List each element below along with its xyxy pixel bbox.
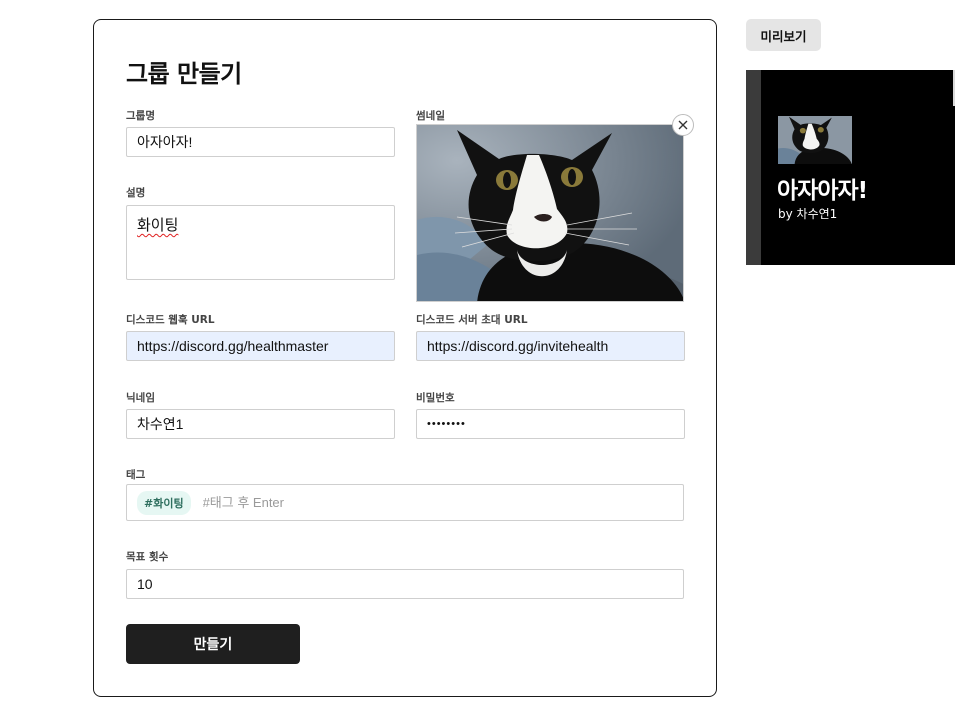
discord-invite-input[interactable]: https://discord.gg/invitehealth — [416, 331, 685, 361]
create-button[interactable]: 만들기 — [126, 624, 300, 664]
group-name-input[interactable]: 아자아자! — [126, 127, 395, 157]
close-icon — [678, 120, 688, 130]
page-title: 그룹 만들기 — [126, 60, 242, 88]
group-name-label: 그룹명 — [126, 110, 155, 122]
cat-photo — [417, 125, 683, 301]
discord-webhook-value: https://discord.gg/healthmaster — [137, 338, 329, 354]
tags-field[interactable]: #화이팅 — [126, 484, 684, 521]
preview-button[interactable]: 미리보기 — [746, 19, 821, 51]
create-group-form: 그룹 만들기 그룹명 아자아자! 설명 화이팅 썸네일 디스코드 웹훅 URL … — [93, 19, 717, 697]
preview-cat-photo — [778, 116, 852, 164]
discord-invite-label: 디스코드 서버 초대 URL — [416, 314, 528, 326]
description-textarea[interactable]: 화이팅 — [126, 205, 395, 280]
tags-label: 태그 — [126, 469, 146, 481]
discord-invite-value: https://discord.gg/invitehealth — [427, 338, 609, 354]
nickname-value: 차수연1 — [137, 416, 184, 432]
remove-thumbnail-button[interactable] — [672, 114, 694, 136]
preview-side-strip — [746, 70, 761, 265]
description-value: 화이팅 — [137, 216, 179, 234]
password-label: 비밀번호 — [416, 392, 455, 404]
nickname-input[interactable]: 차수연1 — [126, 409, 395, 439]
discord-webhook-label: 디스코드 웹훅 URL — [126, 314, 215, 326]
tag-input[interactable] — [202, 495, 503, 510]
goal-count-input[interactable]: 10 — [126, 569, 684, 599]
password-value: •••••••• — [427, 418, 466, 430]
preview-byline: by 차수연1 — [778, 207, 838, 221]
discord-webhook-input[interactable]: https://discord.gg/healthmaster — [126, 331, 395, 361]
goal-count-label: 목표 횟수 — [126, 551, 169, 563]
preview-group-name: 아자아자! — [777, 178, 868, 204]
password-input[interactable]: •••••••• — [416, 409, 685, 439]
description-label: 설명 — [126, 187, 146, 199]
group-name-value: 아자아자! — [137, 134, 193, 150]
thumbnail-label: 썸네일 — [416, 110, 445, 122]
nickname-label: 닉네임 — [126, 392, 155, 404]
preview-card: 아자아자! by 차수연1 — [746, 70, 955, 265]
tag-chip[interactable]: #화이팅 — [137, 490, 191, 515]
preview-thumbnail — [778, 116, 852, 164]
thumbnail-image — [416, 124, 684, 302]
goal-count-value: 10 — [137, 576, 153, 592]
